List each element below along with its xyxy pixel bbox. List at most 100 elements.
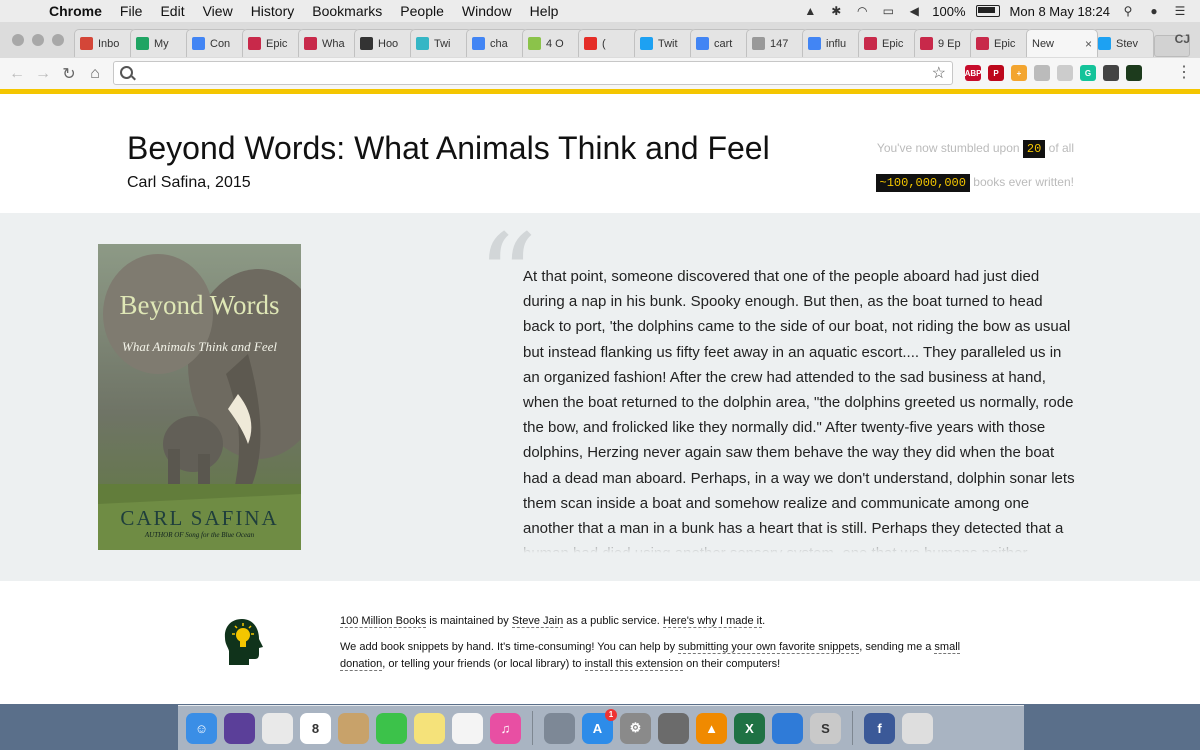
zoom-window-button[interactable] xyxy=(52,34,64,46)
vlc-icon[interactable]: ▲ xyxy=(696,712,727,744)
dock-icon-glyph: S xyxy=(821,720,830,736)
home-icon[interactable]: ⌂ xyxy=(82,65,108,83)
menu-file[interactable]: File xyxy=(111,3,152,19)
volume-icon[interactable]: ◀ xyxy=(906,4,922,18)
tab-1[interactable]: My xyxy=(130,29,192,57)
battery-percent[interactable]: 100% xyxy=(932,4,965,19)
keynote-icon[interactable] xyxy=(772,712,803,744)
google-icon xyxy=(472,37,485,50)
menu-edit[interactable]: Edit xyxy=(151,3,193,19)
twitter-icon xyxy=(640,37,653,50)
system-preferences-icon[interactable]: ⚙ xyxy=(620,712,651,744)
tab-0[interactable]: Inbo xyxy=(74,29,136,57)
trash-icon[interactable] xyxy=(902,712,933,744)
launchpad-icon[interactable] xyxy=(544,712,575,744)
menu-clock[interactable]: Mon 8 May 18:24 xyxy=(1010,4,1110,19)
menu-bookmarks[interactable]: Bookmarks xyxy=(303,3,391,19)
why-link[interactable]: Here's why I made it xyxy=(662,615,763,628)
battery-icon[interactable] xyxy=(975,5,1000,17)
spotlight-search-icon[interactable]: ⚲ xyxy=(1120,4,1136,18)
calendar-icon[interactable]: 8 xyxy=(300,712,331,744)
plus-extension-icon[interactable]: + xyxy=(1011,65,1027,81)
tab-4[interactable]: Wha xyxy=(298,29,360,57)
adblock-plus-icon[interactable]: ABP xyxy=(965,65,981,81)
menu-people[interactable]: People xyxy=(391,3,453,19)
calculator-icon[interactable] xyxy=(658,712,689,744)
reload-icon[interactable]: ↻ xyxy=(56,64,82,84)
forward-icon[interactable]: → xyxy=(30,65,56,83)
tab-label: ( xyxy=(602,37,606,50)
menu-history[interactable]: History xyxy=(242,3,304,19)
author-link[interactable]: Steve Jain xyxy=(511,615,564,628)
bookmark-star-icon[interactable]: ☆ xyxy=(932,63,946,83)
menu-window[interactable]: Window xyxy=(453,3,521,19)
notes-icon[interactable] xyxy=(414,712,445,744)
browser-tab-bar: Inbo My Con Epic Wha Hoo Twi cha 4 O (Twit cart 147… xyxy=(0,22,1200,59)
tab-16[interactable]: Epic xyxy=(970,29,1032,57)
submit-snippets-link[interactable]: submitting your own favorite snippets xyxy=(678,641,860,654)
omnibox[interactable]: ☆ xyxy=(113,61,953,85)
tab-10[interactable]: Twit xyxy=(634,29,696,57)
pocket-icon[interactable] xyxy=(1103,65,1119,81)
facebook-icon[interactable]: f xyxy=(864,712,895,744)
finder-icon[interactable]: ☺ xyxy=(186,712,217,744)
tab-5[interactable]: Hoo xyxy=(354,29,416,57)
tab-label: New xyxy=(1032,37,1055,50)
tab-17[interactable]: New × xyxy=(1026,29,1098,57)
chrome-icon[interactable] xyxy=(262,712,293,744)
address-input[interactable] xyxy=(140,64,924,84)
tab-12[interactable]: 147 xyxy=(746,29,808,57)
book-cover[interactable]: Beyond Words What Animals Think and Feel… xyxy=(98,244,301,550)
tab-13[interactable]: influ xyxy=(802,29,864,57)
menu-view[interactable]: View xyxy=(194,3,242,19)
pinterest-icon[interactable]: P xyxy=(988,65,1004,81)
menu-help[interactable]: Help xyxy=(521,3,568,19)
tab-11[interactable]: cart xyxy=(690,29,752,57)
tab-3[interactable]: Epic xyxy=(242,29,304,57)
cover-subtitle: What Animals Think and Feel xyxy=(121,339,278,354)
tab-7[interactable]: cha xyxy=(466,29,528,57)
grammarly-icon[interactable]: G xyxy=(1080,65,1096,81)
tab-18[interactable]: Stev xyxy=(1092,29,1154,57)
head-bulb-icon[interactable] xyxy=(1126,65,1142,81)
chrome-menu-icon[interactable]: ⋮ xyxy=(1176,62,1192,82)
tab-8[interactable]: 4 O xyxy=(522,29,584,57)
tab-14[interactable]: Epic xyxy=(858,29,920,57)
bluetooth-icon[interactable]: ✱ xyxy=(828,4,844,18)
siri-icon[interactable] xyxy=(224,712,255,744)
airplay-icon[interactable]: ▭ xyxy=(880,4,896,18)
tab-2[interactable]: Con xyxy=(186,29,248,57)
close-tab-icon[interactable]: × xyxy=(1085,37,1092,51)
tab-label: Twi xyxy=(434,37,451,50)
epic-icon xyxy=(304,37,317,50)
wifi-icon[interactable]: ◠ xyxy=(854,4,870,18)
gmail-icon xyxy=(80,37,93,50)
excel-icon[interactable]: X xyxy=(734,712,765,744)
close-window-button[interactable] xyxy=(12,34,24,46)
profile-button[interactable]: CJ xyxy=(1175,32,1190,46)
app-store-icon[interactable]: A1 xyxy=(582,708,617,744)
dock-separator xyxy=(852,711,853,745)
scrivener-icon[interactable]: S xyxy=(810,712,841,744)
tab-icon[interactable] xyxy=(1057,65,1073,81)
tab-15[interactable]: 9 Ep xyxy=(914,29,976,57)
itunes-icon[interactable]: ♫ xyxy=(490,712,521,744)
notification-center-icon[interactable]: ☰ xyxy=(1172,4,1188,18)
google-drive-status-icon[interactable]: ▲ xyxy=(802,4,818,18)
site-link[interactable]: 100 Million Books xyxy=(340,615,427,628)
footer-maintained-text: is maintained by xyxy=(426,615,512,627)
contacts-icon[interactable] xyxy=(338,712,369,744)
books-total-suffix: books ever written! xyxy=(973,175,1074,189)
cloud-icon[interactable] xyxy=(1034,65,1050,81)
menu-app-name[interactable]: Chrome xyxy=(40,3,111,19)
minimize-window-button[interactable] xyxy=(32,34,44,46)
user-avatar-icon[interactable]: ● xyxy=(1146,4,1162,18)
dock-icon-glyph: 8 xyxy=(311,720,320,736)
facetime-icon[interactable] xyxy=(376,712,407,744)
dock-icon-glyph: ▲ xyxy=(705,720,718,736)
tab-6[interactable]: Twi xyxy=(410,29,472,57)
back-icon[interactable]: ← xyxy=(4,65,30,83)
install-extension-link[interactable]: install this extension xyxy=(584,658,684,671)
tab-9[interactable]: ( xyxy=(578,29,640,57)
reminders-icon[interactable] xyxy=(452,712,483,744)
